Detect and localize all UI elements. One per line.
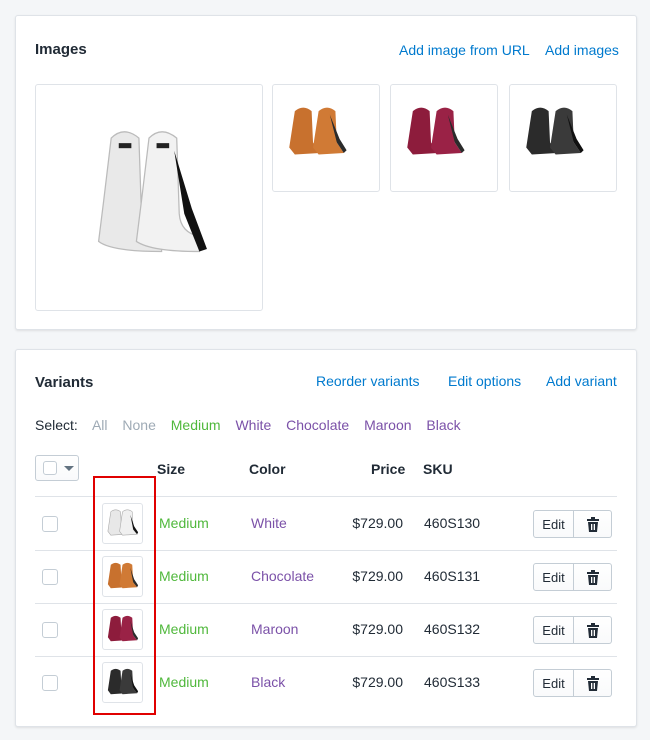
delete-button[interactable]	[574, 563, 612, 591]
seat-image-black	[107, 668, 139, 695]
seat-image-chocolate	[107, 562, 139, 589]
delete-button[interactable]	[574, 669, 612, 697]
variant-row: Medium Chocolate $729.00 460S131 Edit	[35, 550, 617, 604]
variant-image[interactable]	[102, 662, 143, 703]
variant-color[interactable]: Chocolate	[251, 568, 314, 584]
edit-button[interactable]: Edit	[533, 669, 574, 697]
add-images-link[interactable]: Add images	[545, 42, 619, 58]
bulk-select-dropdown[interactable]	[35, 455, 79, 481]
trash-icon	[586, 569, 599, 585]
variant-sku: 460S132	[424, 621, 481, 637]
variant-price: $729.00	[352, 568, 403, 584]
variant-price: $729.00	[352, 515, 403, 531]
variants-table-header: Size Color Price SKU	[35, 445, 617, 497]
variant-row: Medium Maroon $729.00 460S132 Edit	[35, 603, 617, 657]
column-sku: SKU	[423, 461, 453, 477]
seat-image-maroon	[407, 107, 465, 155]
caret-down-icon[interactable]	[64, 466, 74, 471]
trash-icon	[586, 622, 599, 638]
delete-button[interactable]	[574, 616, 612, 644]
product-image-chocolate[interactable]	[272, 84, 380, 192]
variant-color[interactable]: Maroon	[251, 621, 298, 637]
select-medium[interactable]: Medium	[171, 417, 221, 433]
variant-actions: Edit	[533, 616, 612, 644]
add-variant-link[interactable]: Add variant	[546, 373, 617, 389]
edit-button[interactable]: Edit	[533, 616, 574, 644]
seat-image-maroon	[107, 615, 139, 642]
seat-image-white	[107, 509, 139, 536]
column-size: Size	[157, 461, 186, 477]
trash-icon	[586, 516, 599, 532]
variant-checkbox[interactable]	[42, 516, 58, 532]
variant-color[interactable]: White	[251, 515, 287, 531]
edit-options-link[interactable]: Edit options	[448, 373, 521, 389]
variant-checkbox[interactable]	[42, 622, 58, 638]
variant-row: Medium Black $729.00 460S133 Edit	[35, 656, 617, 709]
images-title: Images	[35, 41, 87, 58]
select-filter-row: Select: All None Medium White Chocolate …	[35, 417, 472, 433]
variant-color[interactable]: Black	[251, 674, 285, 690]
images-card: Images Add image from URL Add images	[15, 15, 637, 330]
seat-image-white	[97, 131, 207, 253]
variant-image[interactable]	[102, 503, 143, 544]
variant-sku: 460S133	[424, 674, 481, 690]
trash-icon	[586, 675, 599, 691]
edit-button[interactable]: Edit	[533, 510, 574, 538]
seat-image-chocolate	[289, 107, 347, 155]
variant-image[interactable]	[102, 556, 143, 597]
bulk-select-checkbox[interactable]	[43, 461, 57, 475]
product-image-maroon[interactable]	[390, 84, 498, 192]
variant-actions: Edit	[533, 563, 612, 591]
variants-card: Variants Reorder variants Edit options A…	[15, 349, 637, 727]
reorder-variants-link[interactable]: Reorder variants	[316, 373, 420, 389]
column-price: Price	[371, 461, 406, 477]
add-image-from-url-link[interactable]: Add image from URL	[399, 42, 530, 58]
variant-image[interactable]	[102, 609, 143, 650]
variant-size[interactable]: Medium	[159, 568, 209, 584]
select-none[interactable]: None	[122, 417, 155, 433]
column-color: Color	[249, 461, 286, 477]
variant-price: $729.00	[352, 674, 403, 690]
select-all[interactable]: All	[92, 417, 108, 433]
variant-sku: 460S130	[424, 515, 481, 531]
select-white[interactable]: White	[235, 417, 271, 433]
product-image-black[interactable]	[509, 84, 617, 192]
select-chocolate[interactable]: Chocolate	[286, 417, 349, 433]
variant-checkbox[interactable]	[42, 675, 58, 691]
select-black[interactable]: Black	[426, 417, 460, 433]
variant-actions: Edit	[533, 510, 612, 538]
variant-size[interactable]: Medium	[159, 674, 209, 690]
product-image-main[interactable]	[35, 84, 263, 311]
edit-button[interactable]: Edit	[533, 563, 574, 591]
variant-size[interactable]: Medium	[159, 621, 209, 637]
select-label: Select:	[35, 417, 78, 433]
variant-size[interactable]: Medium	[159, 515, 209, 531]
variant-actions: Edit	[533, 669, 612, 697]
delete-button[interactable]	[574, 510, 612, 538]
variant-price: $729.00	[352, 621, 403, 637]
seat-image-black	[526, 107, 584, 155]
variants-title: Variants	[35, 374, 94, 391]
variant-sku: 460S131	[424, 568, 481, 584]
variant-row: Medium White $729.00 460S130 Edit	[35, 497, 617, 551]
variant-checkbox[interactable]	[42, 569, 58, 585]
select-maroon[interactable]: Maroon	[364, 417, 411, 433]
